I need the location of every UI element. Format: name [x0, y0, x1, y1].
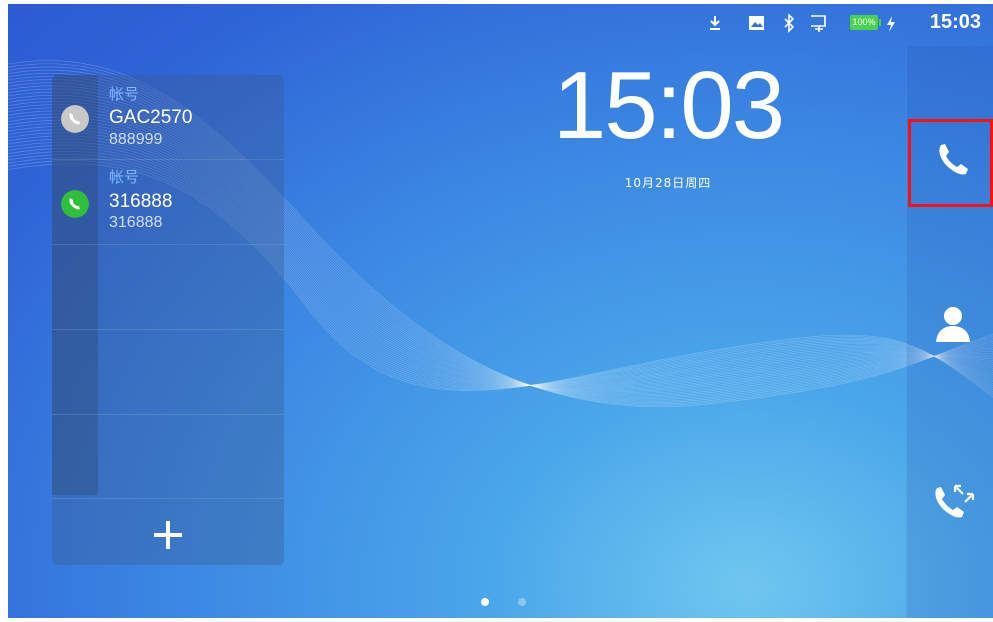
image-icon	[749, 16, 764, 30]
contact-icon	[936, 307, 970, 342]
account-number: 316888	[109, 214, 163, 231]
panel-divider	[52, 244, 284, 245]
account-name: GAC2570	[109, 107, 193, 128]
account-row-1[interactable]: 帐号 GAC2570 888999	[52, 75, 284, 159]
plus-icon	[154, 521, 182, 549]
call-log-icon	[935, 484, 975, 518]
ethernet-icon	[811, 15, 826, 32]
account-label: 帐号	[109, 85, 140, 103]
account-name: 316888	[109, 191, 173, 212]
charging-icon	[887, 16, 895, 32]
clock-time: 15:03	[552, 52, 785, 159]
phone-icon	[61, 190, 89, 218]
panel-divider	[52, 329, 284, 330]
page-dot[interactable]	[518, 598, 526, 606]
clock-date: 10月28日周四	[624, 176, 712, 190]
bluetooth-icon	[784, 14, 795, 33]
battery-icon: 100%	[850, 15, 878, 30]
panel-divider	[52, 414, 284, 415]
account-widget: 帐号 GAC2570 888999 帐号 316888 316888	[52, 75, 284, 565]
battery-tip	[879, 19, 881, 26]
call-history-button[interactable]	[907, 464, 993, 544]
add-account-button[interactable]	[52, 499, 284, 565]
status-time: 15:03	[929, 11, 981, 33]
status-bar: 100% 15:03	[8, 4, 993, 44]
home-screen: 100% 15:03 15:03 10月28日周四 帐号 GAC2570 888…	[8, 4, 993, 618]
contacts-button[interactable]	[907, 288, 993, 368]
page-dot-active[interactable]	[481, 598, 489, 606]
account-label: 帐号	[109, 168, 140, 186]
account-number: 888999	[109, 131, 163, 148]
account-row-2[interactable]: 帐号 316888 316888	[52, 160, 284, 244]
dialer-highlight-box	[908, 119, 993, 207]
download-icon	[710, 16, 720, 30]
phone-icon	[61, 105, 89, 133]
